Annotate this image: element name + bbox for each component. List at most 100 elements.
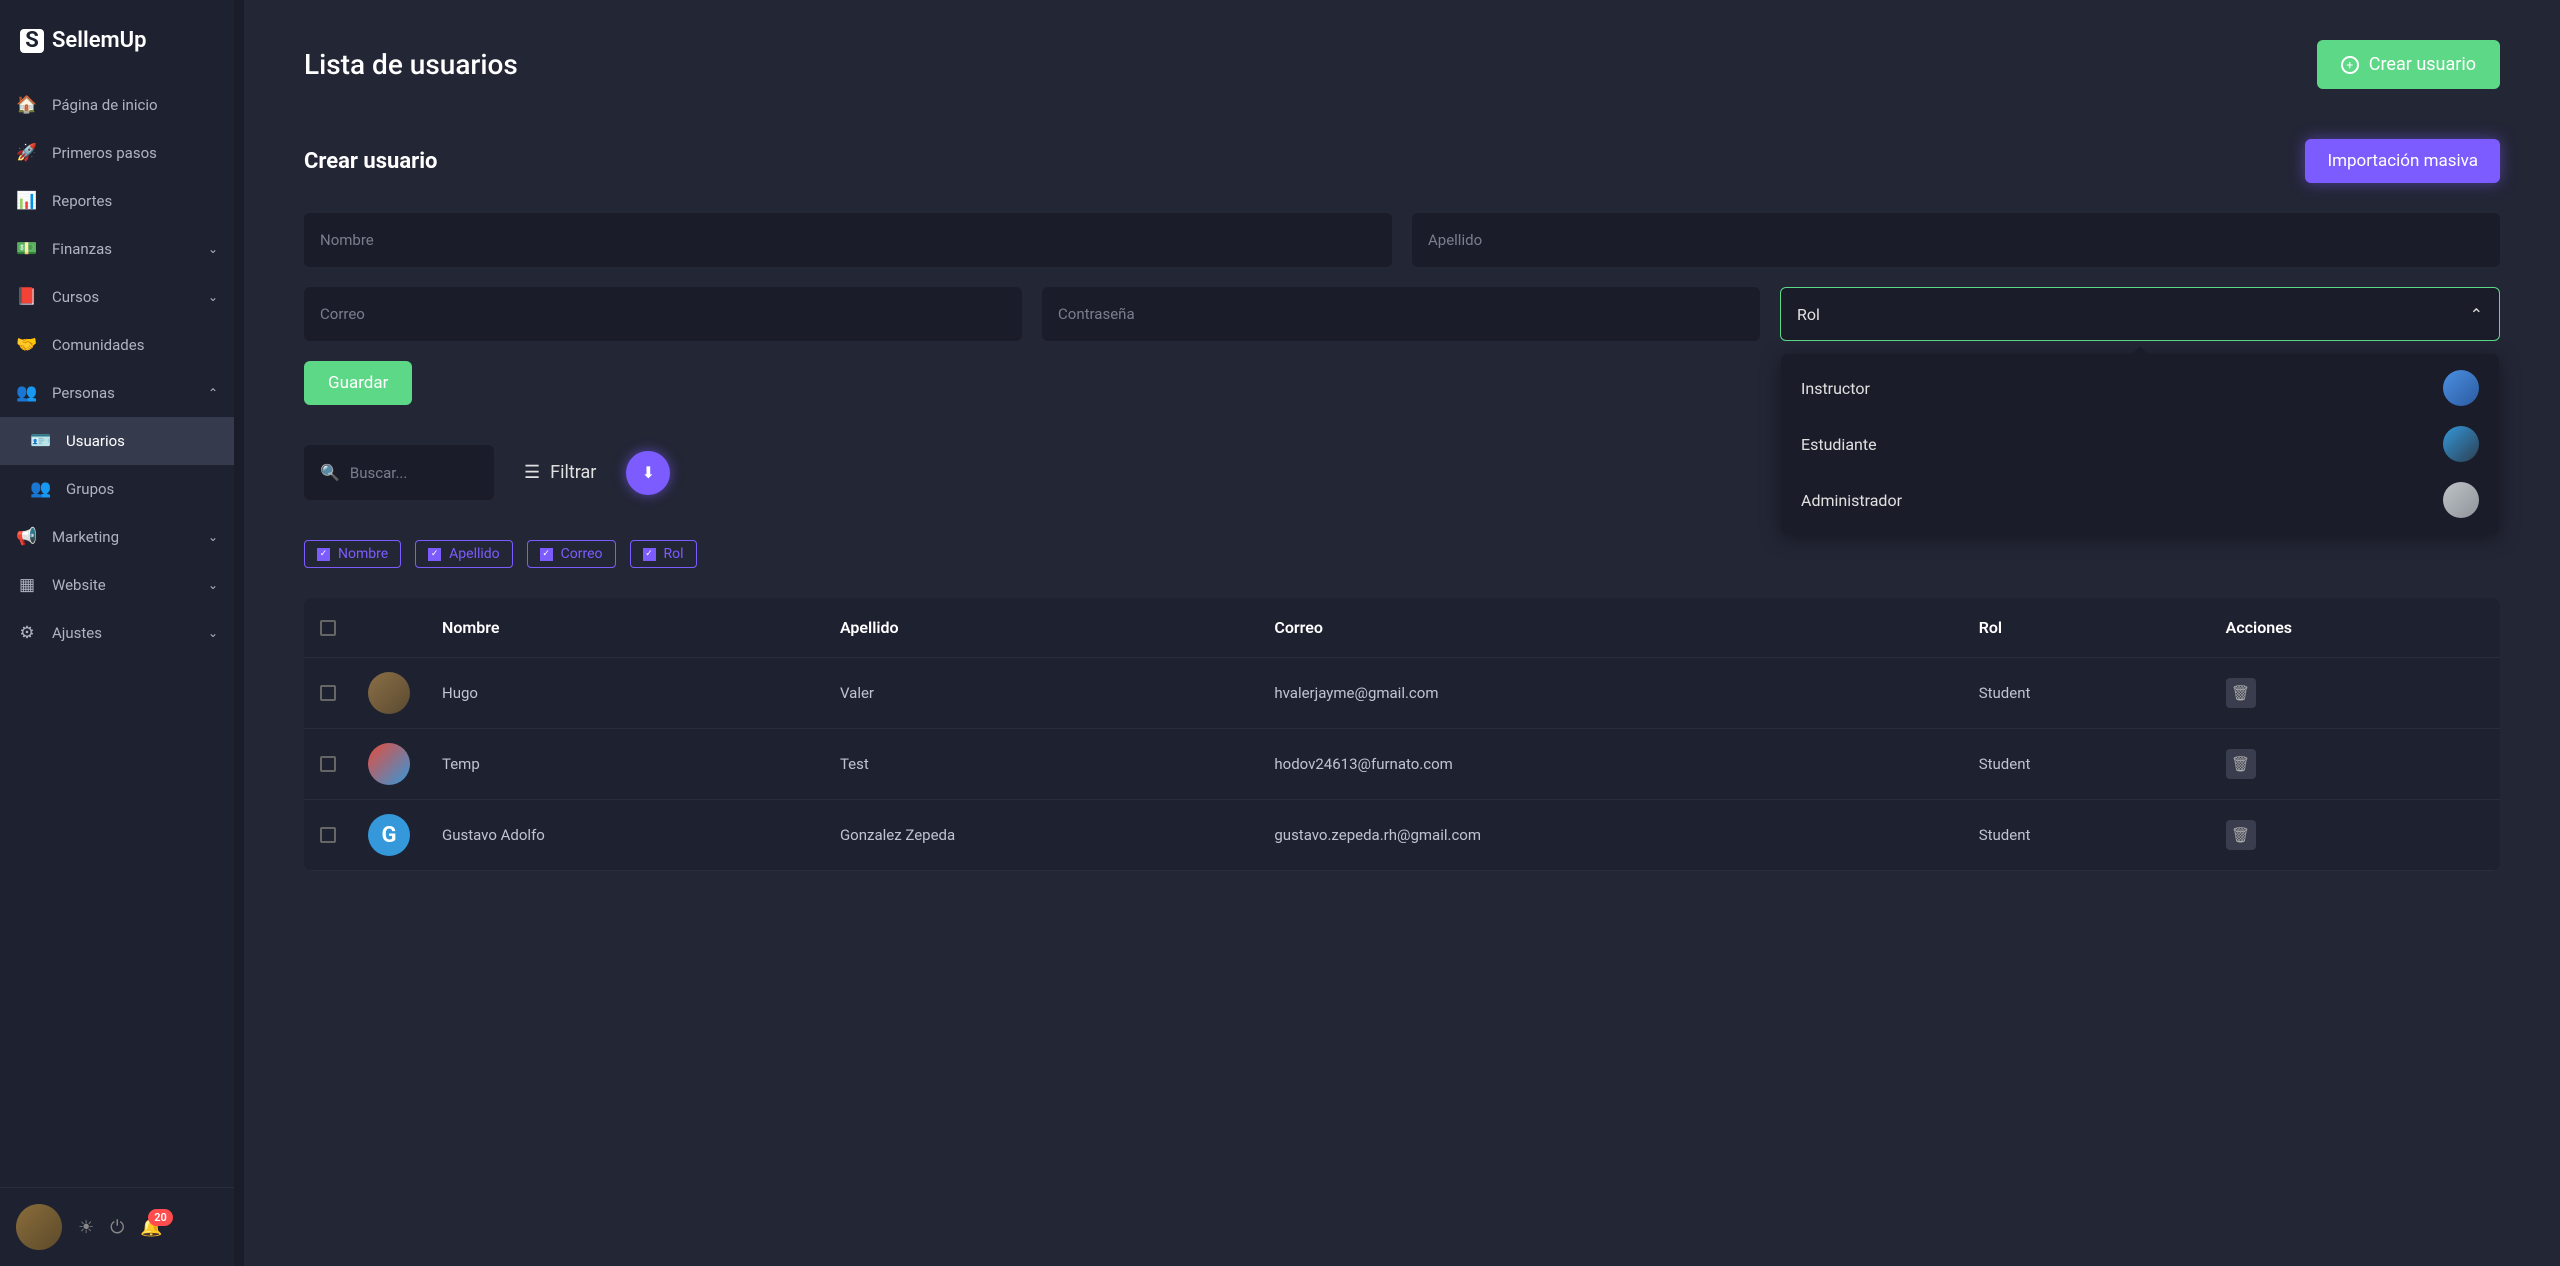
nombre-input[interactable] (304, 213, 1392, 267)
chevron-up-icon: ⌃ (208, 386, 218, 400)
table-header-row: Nombre Apellido Correo Rol Acciones (304, 598, 2500, 658)
password-input[interactable] (1042, 287, 1760, 341)
rol-option-label: Administrador (1801, 491, 1902, 510)
sidebar-item-label: Cursos (52, 288, 99, 306)
user-avatar-icon (368, 672, 410, 714)
bottom-bar: ☀ ⏻ 🔔 20 (0, 1187, 234, 1266)
sidebar-item-courses[interactable]: 📕 Cursos ⌄ (0, 273, 234, 321)
row-checkbox[interactable] (320, 685, 336, 701)
bulk-import-button[interactable]: Importación masiva (2305, 139, 2500, 183)
check-icon: ✓ (317, 548, 330, 561)
sidebar-subitem-groups[interactable]: 👥 Grupos (0, 465, 234, 513)
notification-badge: 20 (148, 1209, 173, 1226)
header-apellido: Apellido (824, 598, 1258, 658)
select-all-checkbox[interactable] (320, 620, 336, 636)
chevron-down-icon: ⌄ (208, 530, 218, 544)
sidebar-scrollbar[interactable] (234, 0, 244, 1266)
sidebar-item-label: Finanzas (52, 240, 112, 258)
sun-icon[interactable]: ☀ (78, 1217, 94, 1238)
search-input[interactable] (350, 464, 478, 482)
trash-icon: 🗑 (2231, 826, 2250, 844)
page-title: Lista de usuarios (304, 48, 518, 81)
sidebar-item-label: Página de inicio (52, 96, 158, 114)
save-button[interactable]: Guardar (304, 361, 412, 405)
check-icon: ✓ (643, 548, 656, 561)
create-user-button[interactable]: + Crear usuario (2317, 40, 2500, 89)
sidebar-item-label: Ajustes (52, 624, 102, 642)
chevron-down-icon: ⌄ (208, 290, 218, 304)
rol-option-instructor[interactable]: Instructor (1781, 360, 2499, 416)
header-correo: Correo (1258, 598, 1962, 658)
header-nombre: Nombre (426, 598, 824, 658)
header-rol: Rol (1963, 598, 2210, 658)
sidebar-item-home[interactable]: 🏠 Página de inicio (0, 81, 234, 129)
sidebar: S SellemUp 🏠 Página de inicio 🚀 Primeros… (0, 0, 234, 1266)
cell-correo: hodov24613@furnato.com (1258, 729, 1962, 800)
chip-apellido[interactable]: ✓ Apellido (415, 540, 513, 568)
user-avatar-icon (368, 743, 410, 785)
create-section-header: Crear usuario Importación masiva (304, 139, 2500, 183)
users-icon: 👥 (16, 383, 38, 403)
rol-option-student[interactable]: Estudiante (1781, 416, 2499, 472)
rol-select[interactable]: Rol ⌃ Instructor Estudiante Administrado… (1780, 287, 2500, 341)
search-icon: 🔍 (320, 463, 340, 482)
sidebar-item-communities[interactable]: 🤝 Comunidades (0, 321, 234, 369)
sidebar-item-website[interactable]: ▦ Website ⌄ (0, 561, 234, 609)
trash-icon: 🗑 (2231, 684, 2250, 702)
cell-apellido: Valer (824, 658, 1258, 729)
user-avatar[interactable] (16, 1204, 62, 1250)
sidebar-item-label: Comunidades (52, 336, 144, 354)
chip-label: Rol (664, 546, 684, 562)
cell-nombre: Gustavo Adolfo (426, 800, 824, 871)
correo-input[interactable] (304, 287, 1022, 341)
chevron-down-icon: ⌄ (208, 578, 218, 592)
chart-icon: 📊 (16, 191, 38, 211)
chip-correo[interactable]: ✓ Correo (527, 540, 616, 568)
bell-icon[interactable]: 🔔 20 (140, 1217, 162, 1238)
column-chips: ✓ Nombre ✓ Apellido ✓ Correo ✓ Rol (304, 540, 2500, 568)
create-section-title: Crear usuario (304, 149, 437, 174)
row-checkbox[interactable] (320, 827, 336, 843)
cell-correo: hvalerjayme@gmail.com (1258, 658, 1962, 729)
rol-option-label: Instructor (1801, 379, 1870, 398)
sidebar-item-label: Website (52, 576, 106, 594)
sidebar-item-reports[interactable]: 📊 Reportes (0, 177, 234, 225)
sidebar-item-marketing[interactable]: 📢 Marketing ⌄ (0, 513, 234, 561)
main-content: Lista de usuarios + Crear usuario Crear … (244, 0, 2560, 1266)
cell-nombre: Temp (426, 729, 824, 800)
rol-select-label: Rol (1797, 305, 1820, 324)
delete-button[interactable]: 🗑 (2226, 820, 2256, 850)
rol-option-admin[interactable]: Administrador (1781, 472, 2499, 528)
power-icon[interactable]: ⏻ (110, 1217, 124, 1238)
cell-rol: Student (1963, 729, 2210, 800)
chip-label: Apellido (449, 546, 500, 562)
cell-apellido: Test (824, 729, 1258, 800)
instructor-avatar-icon (2443, 370, 2479, 406)
student-avatar-icon (2443, 426, 2479, 462)
delete-button[interactable]: 🗑 (2226, 678, 2256, 708)
download-button[interactable]: ⬇ (626, 451, 670, 495)
rol-dropdown: Instructor Estudiante Administrador (1781, 354, 2499, 534)
cell-nombre: Hugo (426, 658, 824, 729)
chip-label: Nombre (338, 546, 388, 562)
rol-option-label: Estudiante (1801, 435, 1877, 454)
row-checkbox[interactable] (320, 756, 336, 772)
chip-rol[interactable]: ✓ Rol (630, 540, 697, 568)
sidebar-subitem-label: Grupos (66, 480, 114, 498)
filter-label: Filtrar (550, 462, 596, 483)
page-header: Lista de usuarios + Crear usuario (304, 40, 2500, 89)
sidebar-item-label: Reportes (52, 192, 112, 210)
sidebar-subitem-label: Usuarios (66, 432, 125, 450)
chevron-down-icon: ⌄ (208, 242, 218, 256)
sidebar-item-people[interactable]: 👥 Personas ⌃ (0, 369, 234, 417)
filter-button[interactable]: ☰ Filtrar (524, 462, 596, 483)
chip-nombre[interactable]: ✓ Nombre (304, 540, 401, 568)
form-row-2: Rol ⌃ Instructor Estudiante Administrado… (304, 287, 2500, 341)
apellido-input[interactable] (1412, 213, 2500, 267)
sidebar-item-settings[interactable]: ⚙ Ajustes ⌄ (0, 609, 234, 657)
sidebar-item-finances[interactable]: 💵 Finanzas ⌄ (0, 225, 234, 273)
sidebar-subitem-users[interactable]: 🪪 Usuarios (0, 417, 234, 465)
sidebar-item-first-steps[interactable]: 🚀 Primeros pasos (0, 129, 234, 177)
delete-button[interactable]: 🗑 (2226, 749, 2256, 779)
chip-label: Correo (561, 546, 603, 562)
